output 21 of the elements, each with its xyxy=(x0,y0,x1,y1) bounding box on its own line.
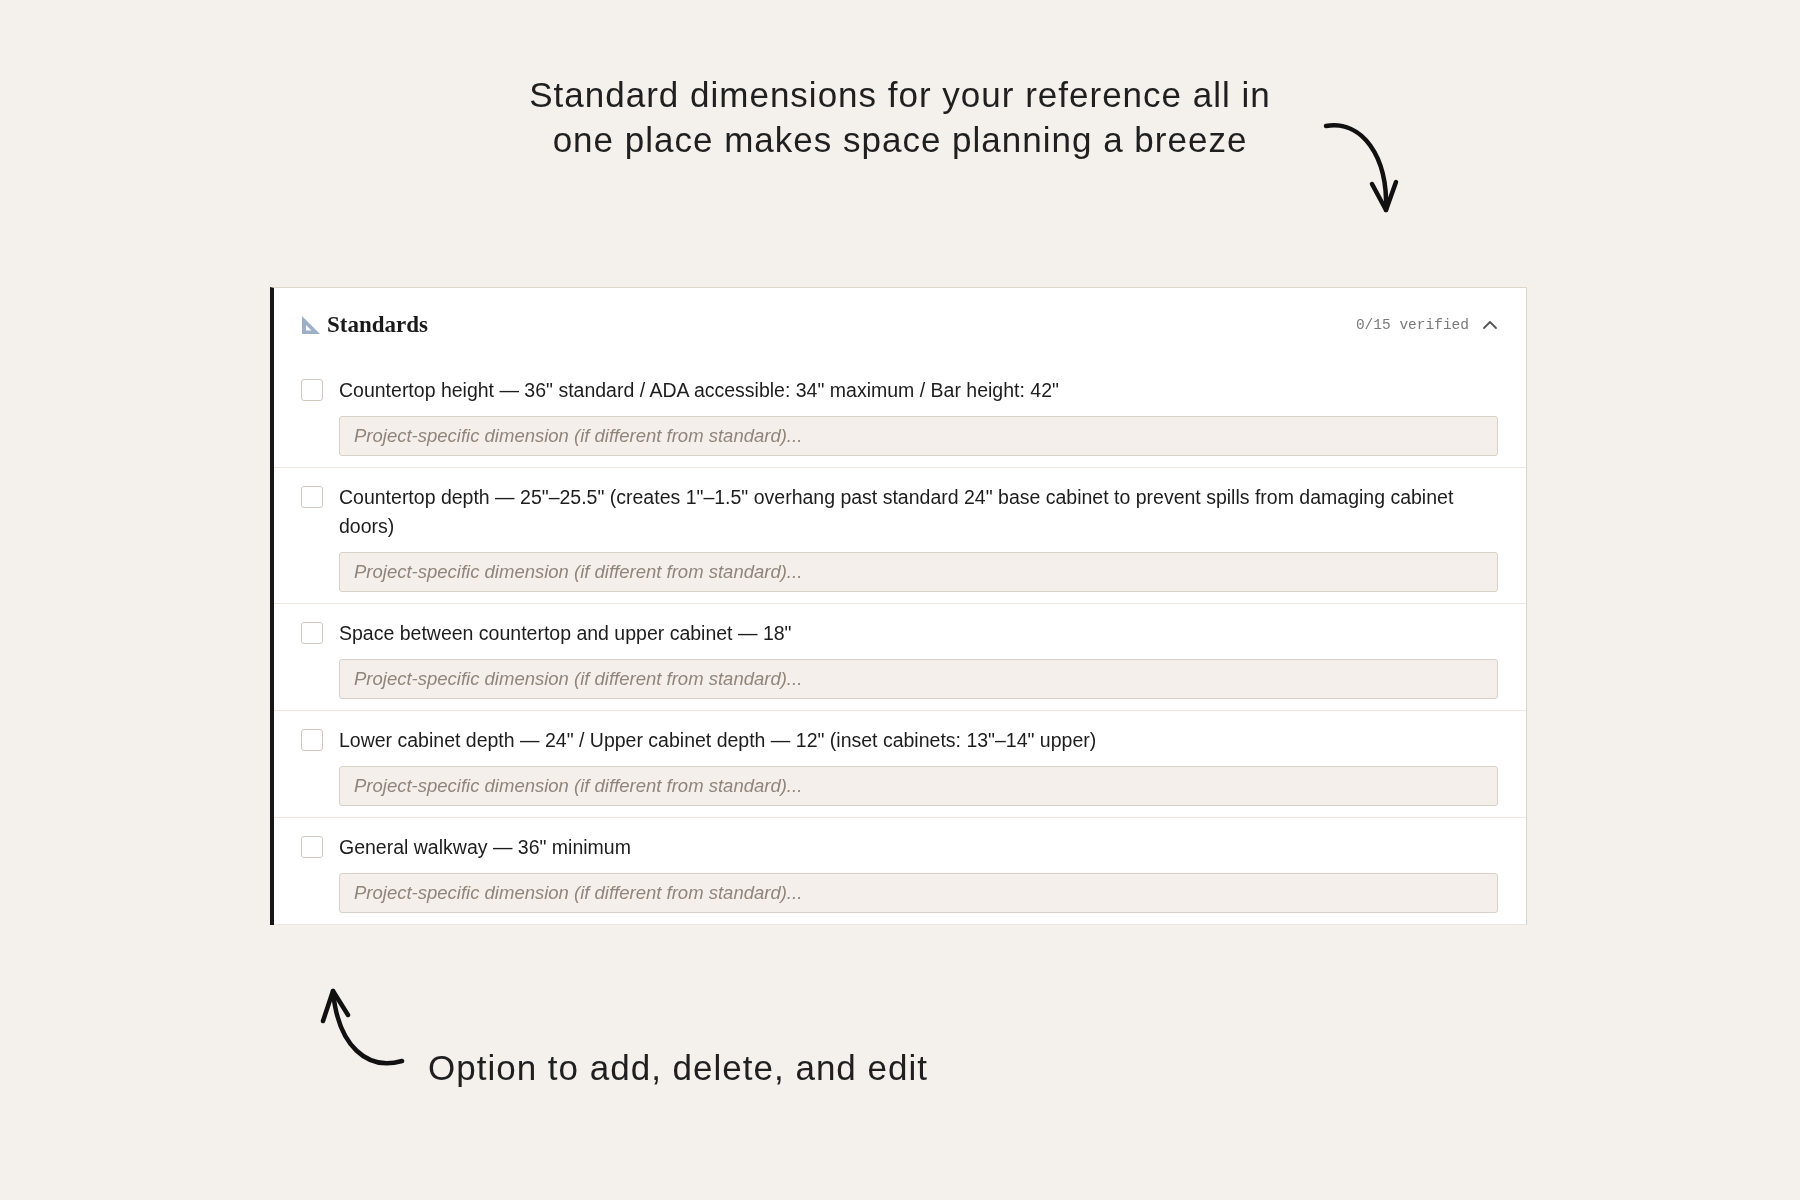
checklist-item-text: General walkway — 36" minimum xyxy=(339,835,632,860)
checkbox[interactable] xyxy=(301,729,323,751)
verified-count: 0/15 verified xyxy=(1355,317,1469,333)
section-title: Standards xyxy=(327,311,428,339)
checkbox[interactable] xyxy=(301,836,323,858)
annotation-text: Standard dimensions for your reference all in one place makes space planning a breeze xyxy=(528,74,1272,161)
annotation-text: Option to add, delete, and edit xyxy=(428,1048,928,1088)
dimension-input[interactable]: Project-specific dimension (if different from standard)... xyxy=(339,416,1498,456)
checklist-item-text: Countertop height — 36" standard / ADA accessible: 34" maximum / Bar height: 42" xyxy=(339,378,1060,403)
dimension-input[interactable]: Project-specific dimension (if different from standard)... xyxy=(339,659,1498,699)
triangle-ruler-icon xyxy=(301,315,321,335)
chevron-up-icon[interactable] xyxy=(1482,320,1498,330)
checklist-item-text: Lower cabinet depth — 24" / Upper cabinet depth — 12" (inset cabinets: 13"–14" upper) xyxy=(339,728,1098,753)
dimension-input[interactable]: Project-specific dimension (if different from standard)... xyxy=(339,766,1498,806)
checklist-item-text: Space between countertop and upper cabinet — 18" xyxy=(339,621,793,646)
checkbox[interactable] xyxy=(301,486,323,508)
dimension-input[interactable]: Project-specific dimension (if different from standard)... xyxy=(339,873,1498,913)
checkbox[interactable] xyxy=(301,622,323,644)
checkbox[interactable] xyxy=(301,379,323,401)
dimension-input[interactable]: Project-specific dimension (if different from standard)... xyxy=(339,552,1498,592)
checklist-item-text: Countertop depth — 25"–25.5" (creates 1"–1.5" overhang past standard 24" base cabinet to prevent spills from damaging cabinet doors) xyxy=(339,485,1455,539)
